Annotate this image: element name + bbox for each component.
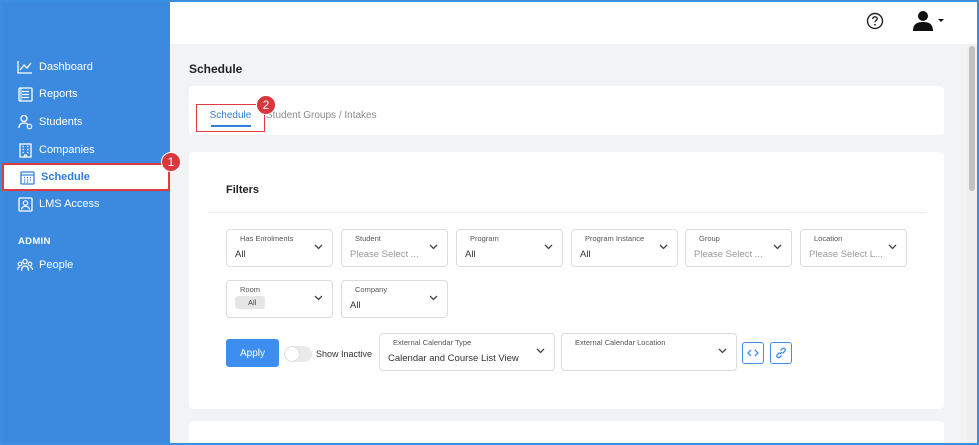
sidebar-item-people[interactable]: People [0,252,170,278]
students-icon [17,114,33,130]
field-value: All [350,300,361,311]
room-select[interactable]: Room All [226,280,333,318]
chevron-down-icon [536,348,545,354]
selected-chip[interactable]: All [235,296,266,309]
sidebar-item-label: People [39,259,74,271]
field-label: Has Enrolments [240,234,294,243]
external-calendar-location-select[interactable]: External Calendar Location [561,333,737,371]
field-placeholder: Please Select ... [694,249,763,260]
sidebar-item-label: Dashboard [39,61,93,73]
sidebar: Dashboard Reports Students Companies Sch… [0,0,170,445]
field-label: Student [355,234,381,243]
sidebar-section-admin: ADMIN [18,236,51,247]
scrollbar[interactable] [967,44,977,443]
field-value: All [235,249,246,260]
student-select[interactable]: Student Please Select ... [341,229,448,267]
active-tab-indicator [210,124,251,127]
calendar-icon [19,169,35,185]
building-icon [17,142,33,158]
chevron-down-icon [314,295,323,301]
external-calendar-type-select[interactable]: External Calendar Type Calendar and Cour… [379,333,555,371]
show-inactive-label: Show Inactive [316,349,373,359]
sidebar-item-dashboard[interactable]: Dashboard [0,54,170,80]
field-value: Calendar and Course List View [388,353,519,364]
show-inactive-toggle[interactable] [284,346,312,362]
program-select[interactable]: Program All [456,229,563,267]
sidebar-item-label: LMS Access [39,198,100,210]
company-select[interactable]: Company All [341,280,448,318]
user-icon [913,11,944,31]
people-icon [17,257,33,273]
chevron-down-icon [544,244,553,250]
link-icon [776,347,786,359]
chevron-down-icon [659,244,668,250]
top-bar [170,0,979,44]
report-icon [17,86,33,102]
sidebar-item-schedule[interactable]: Schedule [2,163,170,191]
sidebar-item-companies[interactable]: Companies [0,137,170,163]
apply-button[interactable]: Apply [226,339,279,367]
field-label: External Calendar Type [393,338,472,347]
field-label: Room [240,285,261,294]
chevron-down-icon [718,348,727,354]
chevron-down-icon [773,244,782,250]
divider [208,212,926,213]
filters-title: Filters [226,184,260,196]
has-enrolments-select[interactable]: Has Enrolments All [226,229,333,267]
field-label: External Calendar Location [575,338,666,347]
program-instance-select[interactable]: Program Instance All [571,229,678,267]
field-label: Program Instance [585,234,645,243]
field-placeholder: Please Select L... [809,249,883,260]
field-label: Group [699,234,720,243]
user-menu[interactable] [912,10,946,32]
tab-schedule[interactable]: Schedule [196,104,265,132]
results-card [189,421,944,445]
chevron-down-icon [429,244,438,250]
sidebar-item-label: Reports [39,88,78,100]
scrollbar-thumb[interactable] [969,46,975,191]
sidebar-item-lms-access[interactable]: LMS Access [0,191,170,217]
page-title: Schedule [189,62,243,76]
field-label: Company [355,285,388,294]
callout-badge-1: 1 [161,152,181,172]
field-label: Location [814,234,843,243]
help-circle-icon[interactable] [866,12,884,30]
callout-badge-2: 2 [256,95,276,115]
tab-label: Schedule [209,109,252,121]
chevron-down-icon [888,244,897,250]
copy-link-button[interactable] [770,342,792,364]
lms-icon [17,196,33,212]
embed-code-button[interactable] [742,342,764,364]
field-placeholder: Please Select ... [350,249,419,260]
sidebar-item-students[interactable]: Students [0,109,170,135]
sidebar-item-label: Schedule [41,171,90,183]
sidebar-item-label: Companies [39,144,95,156]
sidebar-item-reports[interactable]: Reports [0,81,170,107]
tab-student-groups-intakes[interactable]: Student Groups / Intakes [266,110,377,121]
field-label: Program [470,234,499,243]
field-value: All [465,249,476,260]
toggle-knob [285,347,299,361]
chevron-down-icon [314,244,323,250]
group-select[interactable]: Group Please Select ... [685,229,792,267]
chevron-down-icon [429,295,438,301]
code-icon [747,349,759,357]
field-value: All [580,249,591,260]
chart-line-icon [17,59,33,75]
sidebar-item-label: Students [39,116,83,128]
location-select[interactable]: Location Please Select L... [800,229,907,267]
